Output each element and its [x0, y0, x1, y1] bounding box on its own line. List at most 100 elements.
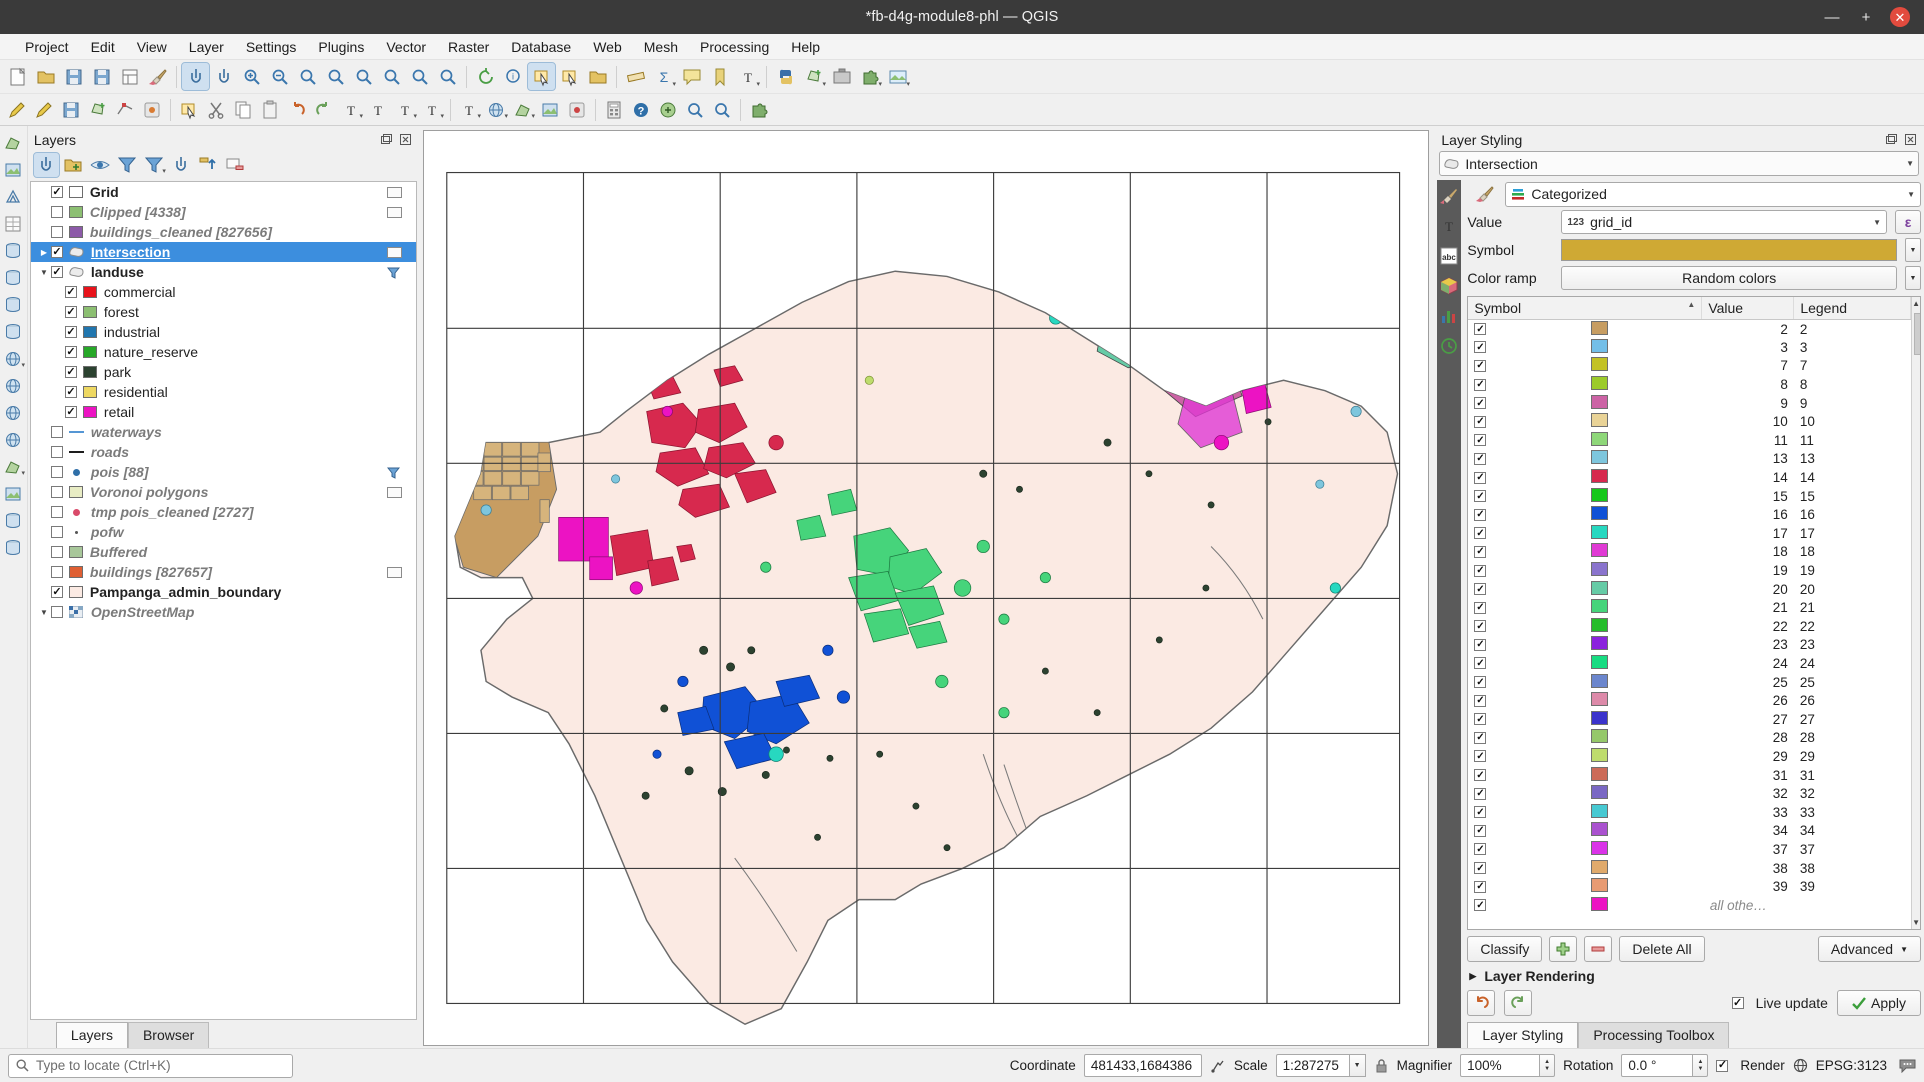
class-visibility-checkbox[interactable]: ✓ [1474, 471, 1487, 484]
menu-item-processing[interactable]: Processing [689, 36, 780, 58]
class-checkbox-cell[interactable]: ✓ [1468, 636, 1585, 655]
classification-row[interactable]: ✓ 29 29 [1468, 747, 1910, 766]
menu-item-project[interactable]: Project [14, 36, 80, 58]
class-symbol-cell[interactable] [1585, 747, 1702, 766]
class-value-cell[interactable]: 29 [1702, 747, 1794, 766]
classification-row[interactable]: ✓ 31 31 [1468, 766, 1910, 785]
zoom-next-icon[interactable] [434, 63, 461, 90]
layer-tree-item[interactable]: buildings [827657] [31, 562, 416, 582]
class-legend-cell[interactable]: 25 [1794, 673, 1911, 692]
class-checkbox-cell[interactable]: ✓ [1468, 524, 1585, 543]
tab-layers[interactable]: Layers [55, 1022, 128, 1048]
classification-column-symbol[interactable]: Symbol ▲ [1468, 297, 1703, 320]
identify-features-icon[interactable]: i [500, 63, 527, 90]
class-legend-cell[interactable]: 14 [1794, 468, 1911, 487]
class-visibility-checkbox[interactable]: ✓ [1474, 676, 1487, 689]
text-annotation-icon[interactable]: T ▾ [734, 63, 761, 90]
layer-tree-item[interactable]: pois [88] [31, 462, 416, 482]
layer-visibility-checkbox[interactable] [50, 466, 63, 478]
symbology-icon[interactable] [1437, 184, 1461, 208]
class-symbol-cell[interactable] [1585, 524, 1702, 543]
add-oracle-layer-icon[interactable] [1, 319, 26, 344]
collapse-all-icon[interactable] [196, 153, 221, 177]
class-visibility-checkbox[interactable]: ✓ [1474, 341, 1487, 354]
print-layout-icon[interactable] [116, 63, 143, 90]
classification-column-value[interactable]: Value [1701, 297, 1795, 320]
class-visibility-checkbox[interactable]: ✓ [1474, 564, 1487, 577]
class-legend-cell[interactable]: 23 [1794, 636, 1911, 655]
redo-icon[interactable] [311, 97, 337, 122]
class-value-cell[interactable]: 23 [1702, 636, 1794, 655]
pan-to-selection-icon[interactable] [210, 63, 237, 90]
style-manager-icon[interactable] [144, 63, 171, 90]
labels-icon[interactable]: T [1437, 214, 1461, 238]
classification-row[interactable]: ✓ 19 19 [1468, 561, 1910, 580]
class-symbol-cell[interactable] [1585, 691, 1702, 710]
class-legend-cell[interactable]: 7 [1794, 357, 1911, 376]
class-checkbox-cell[interactable]: ✓ [1468, 468, 1585, 487]
layer-tree-item[interactable]: buildings_cleaned [827656] [31, 222, 416, 242]
class-legend-cell[interactable]: 15 [1794, 487, 1911, 506]
class-legend-cell[interactable]: 19 [1794, 561, 1911, 580]
classification-row[interactable]: ✓ 33 33 [1468, 803, 1910, 822]
class-checkbox-cell[interactable]: ✓ [1468, 747, 1585, 766]
class-value-cell[interactable]: 22 [1702, 617, 1794, 636]
copy-features-icon[interactable] [230, 97, 256, 122]
zoom-full-icon[interactable] [294, 63, 321, 90]
layer-visibility-checkbox[interactable]: ✓ [64, 286, 77, 298]
class-color-swatch[interactable] [1591, 469, 1609, 484]
class-legend-cell[interactable]: 39 [1794, 877, 1911, 896]
class-legend-cell[interactable]: 13 [1794, 450, 1911, 469]
class-checkbox-cell[interactable]: ✓ [1468, 320, 1585, 339]
class-legend-cell[interactable]: 29 [1794, 747, 1911, 766]
run-feature-action-icon[interactable] [564, 97, 590, 122]
add-feature-icon[interactable]: ▾ [800, 63, 827, 90]
diagrams-icon[interactable] [1437, 304, 1461, 328]
magnifier-field[interactable]: 100% [1460, 1054, 1541, 1077]
layer-tree-item[interactable]: ▼ ✓ landuse [31, 262, 416, 282]
locator-bar[interactable]: Type to locate (Ctrl+K) [8, 1053, 293, 1078]
class-color-swatch[interactable] [1591, 636, 1609, 651]
add-class-icon[interactable] [1549, 936, 1578, 962]
class-visibility-checkbox[interactable]: ✓ [1474, 694, 1487, 707]
layer-tree-item[interactable]: ▶ ✓ Intersection [30, 242, 416, 262]
scale-dropdown[interactable]: ▼ [1349, 1054, 1366, 1077]
class-legend-cell[interactable]: 3 [1794, 338, 1911, 357]
messages-icon[interactable] [1895, 1058, 1916, 1073]
class-symbol-cell[interactable] [1585, 859, 1702, 878]
modify-attributes-icon[interactable] [139, 97, 165, 122]
class-color-swatch[interactable] [1591, 729, 1609, 744]
layer-visibility-checkbox[interactable]: ✓ [50, 246, 63, 258]
layer-visibility-checkbox[interactable] [50, 606, 63, 618]
add-wcs-layer-icon[interactable] [1, 373, 26, 398]
tab-browser[interactable]: Browser [127, 1022, 210, 1048]
refresh-icon[interactable] [472, 63, 499, 90]
class-checkbox-cell[interactable]: ✓ [1468, 598, 1585, 617]
class-color-swatch[interactable] [1591, 710, 1609, 725]
class-color-swatch[interactable] [1591, 543, 1609, 558]
layer-tree-item[interactable]: ✓ Pampanga_admin_boundary [31, 582, 416, 602]
class-visibility-checkbox[interactable]: ✓ [1474, 731, 1487, 744]
class-legend-cell[interactable]: 16 [1794, 505, 1911, 524]
class-color-swatch[interactable] [1591, 822, 1609, 837]
render-control[interactable]: ✓ Render [1716, 1058, 1785, 1073]
class-symbol-cell[interactable] [1585, 784, 1702, 803]
add-postgis-layer-icon[interactable] [1, 238, 26, 263]
class-value-cell[interactable]: 19 [1702, 561, 1794, 580]
add-gps-layer-icon[interactable] [1, 535, 26, 560]
maximize-button[interactable]: + [1856, 7, 1876, 27]
add-group-icon[interactable] [61, 153, 86, 177]
open-attribute-table-icon[interactable] [584, 63, 611, 90]
class-symbol-cell[interactable] [1585, 375, 1702, 394]
class-visibility-checkbox[interactable]: ✓ [1474, 713, 1487, 726]
class-color-swatch[interactable] [1591, 692, 1609, 707]
class-checkbox-cell[interactable]: ✓ [1468, 784, 1585, 803]
class-value-cell[interactable]: 2 [1702, 320, 1794, 339]
class-checkbox-cell[interactable]: ✓ [1468, 412, 1585, 431]
layer-filter-icon[interactable] [386, 467, 402, 479]
live-update-checkbox[interactable]: ✓ [1731, 997, 1744, 1009]
class-legend-cell[interactable]: 20 [1794, 580, 1911, 599]
statistical-summary-icon[interactable]: Σ ▾ [650, 63, 677, 90]
crs-icon[interactable] [1793, 1058, 1808, 1073]
layer-tree-item[interactable]: ✓ industrial [31, 322, 416, 342]
